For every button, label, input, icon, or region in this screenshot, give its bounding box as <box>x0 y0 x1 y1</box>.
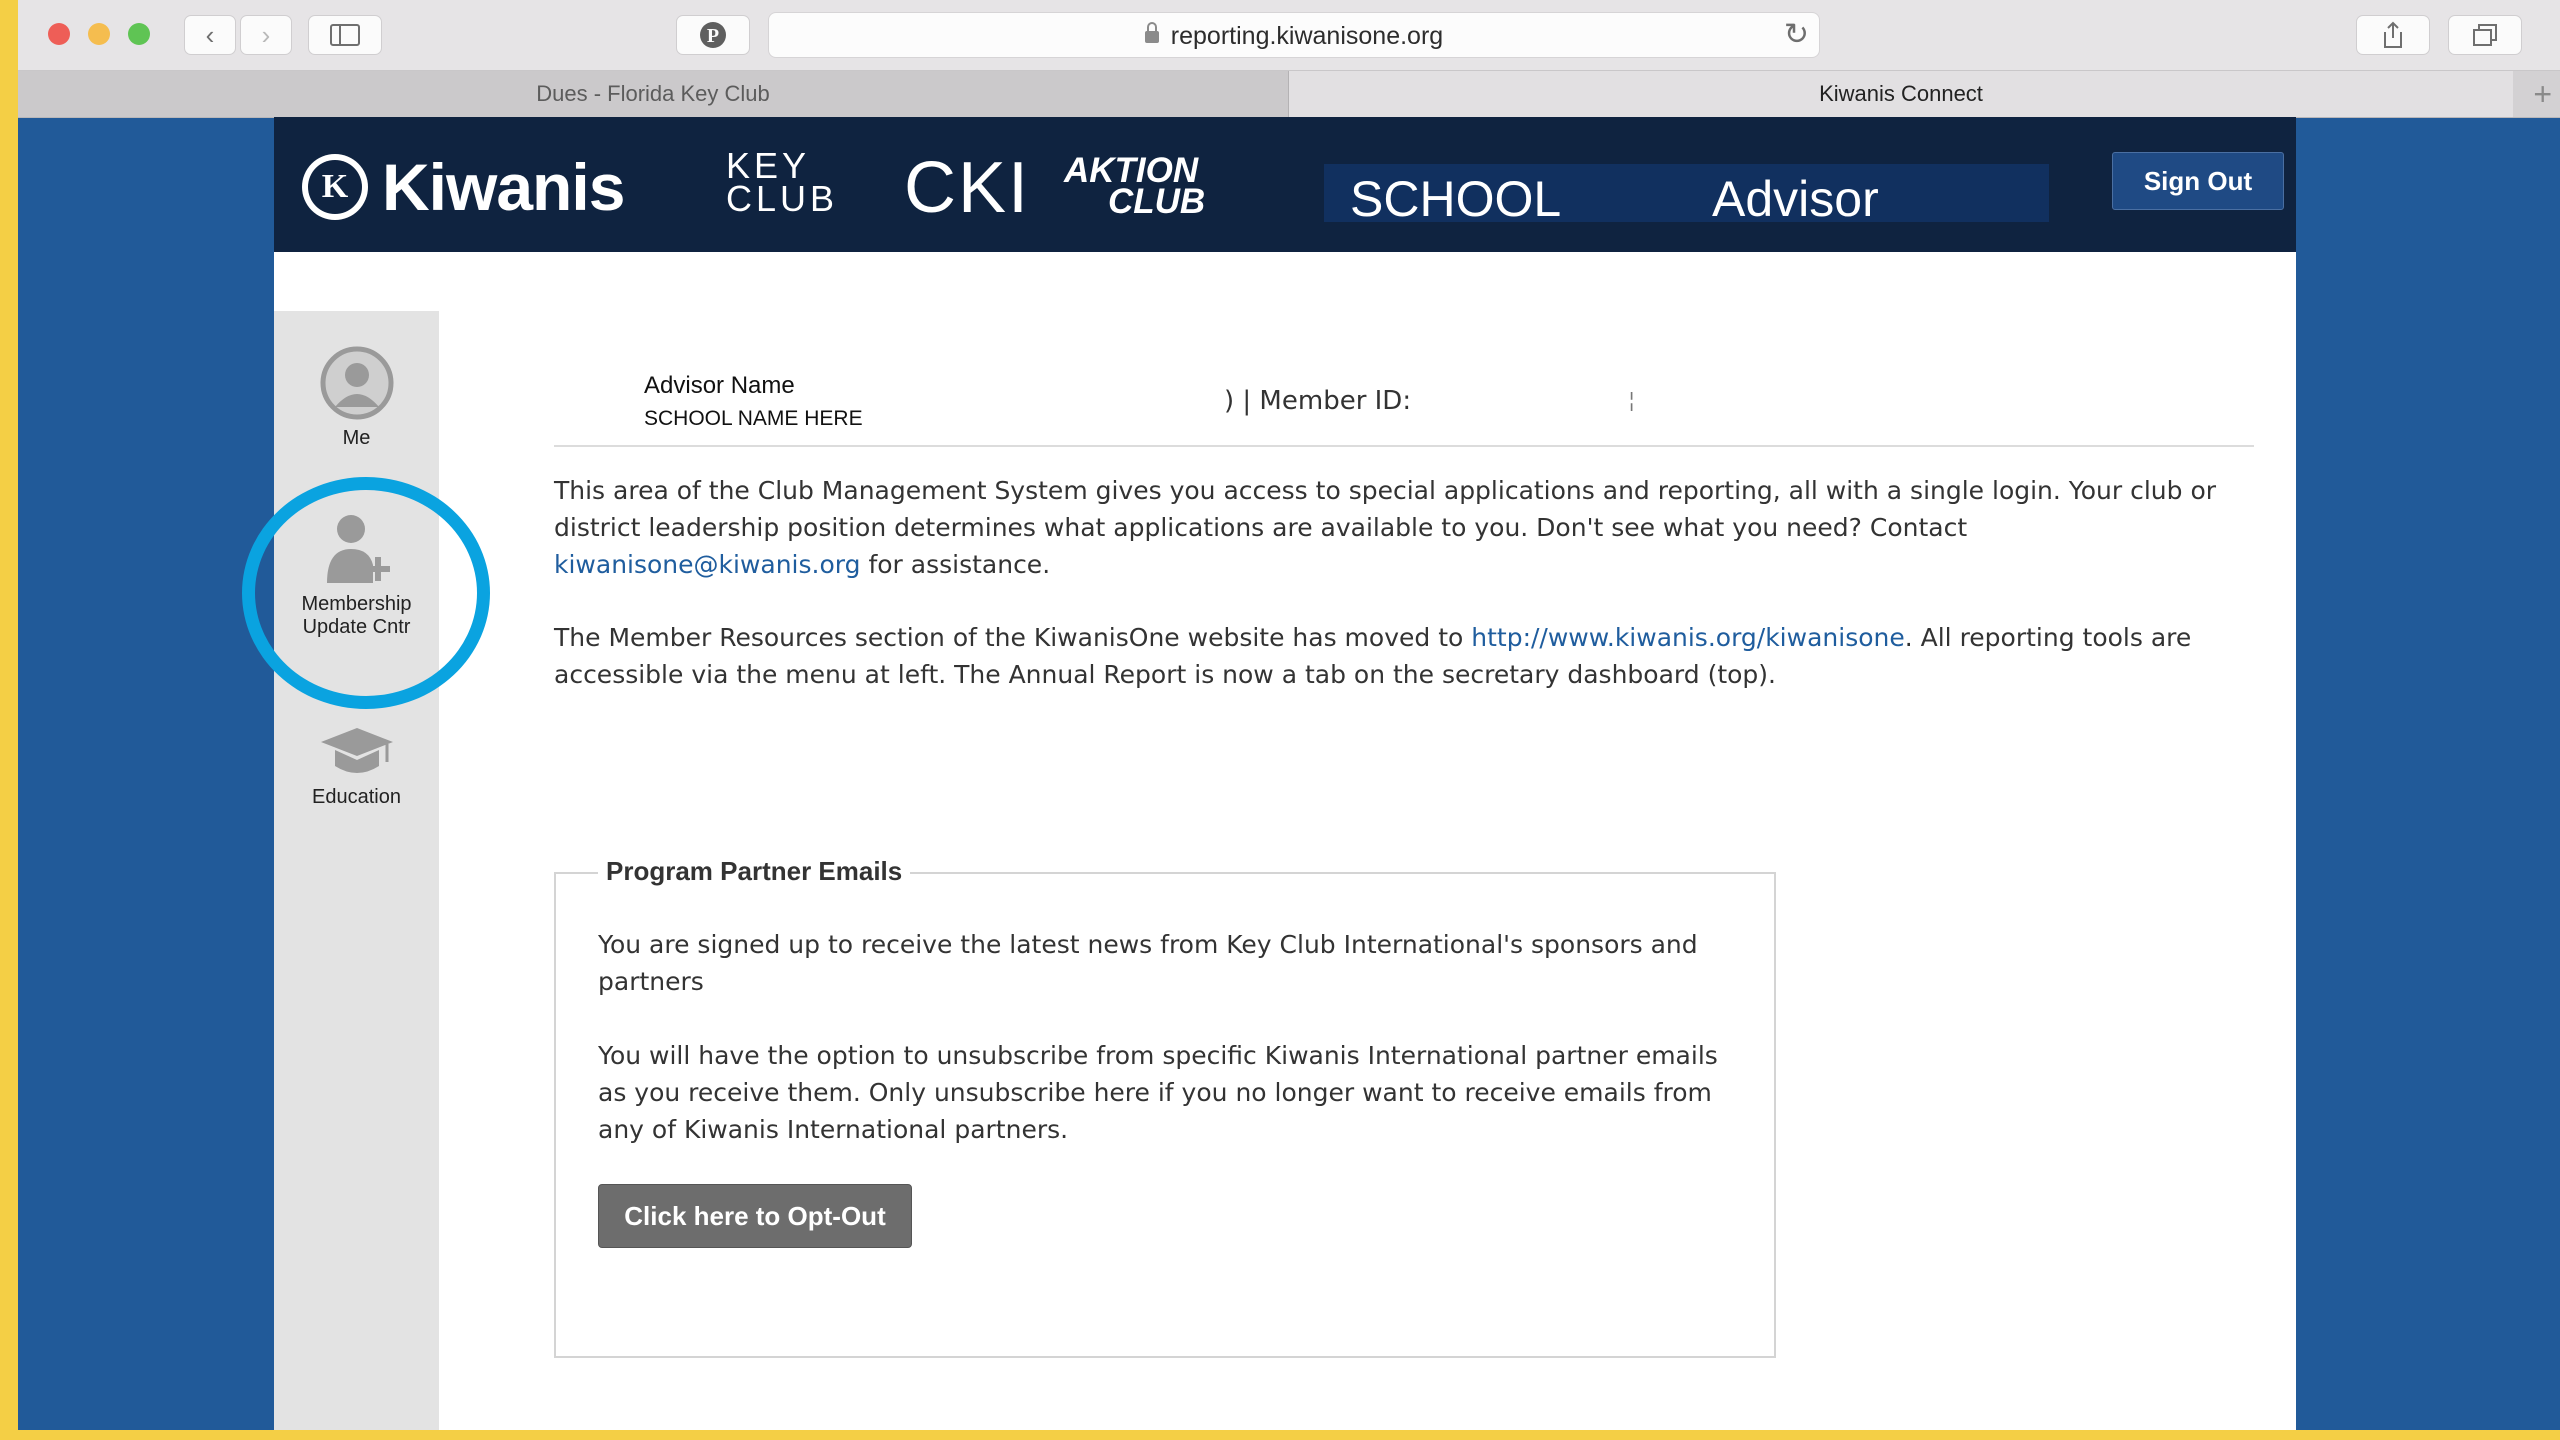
sidebar-item-me[interactable]: Me <box>274 345 439 450</box>
lock-icon <box>1144 22 1159 43</box>
minimize-window-button[interactable] <box>88 23 110 45</box>
sidebar-item-label: Education <box>312 786 401 808</box>
tab-bar: Dues - Florida Key Club Kiwanis Connect … <box>18 71 2560 118</box>
browser-toolbar: ‹ › P reporting.kiwanisone.org ↻ <box>18 0 2560 71</box>
new-tab-button[interactable]: + <box>2533 78 2552 110</box>
kiwanis-logo[interactable]: K Kiwanis <box>302 149 625 225</box>
role-banner: SCHOOL Advisor <box>1324 164 2049 227</box>
divider <box>554 445 2254 447</box>
svg-text:P: P <box>707 25 719 47</box>
chevron-left-icon: ‹ <box>205 19 215 50</box>
partner-text-unsubscribe: You will have the option to unsubscribe … <box>598 1041 1718 1144</box>
pinterest-button[interactable]: P <box>676 15 750 55</box>
address-bar[interactable]: reporting.kiwanisone.org ↻ <box>768 12 1820 58</box>
school-name: SCHOOL NAME HERE <box>644 407 863 430</box>
share-icon <box>2384 21 2402 48</box>
support-email-link[interactable]: kiwanisone@kiwanis.org <box>554 550 860 579</box>
opt-out-button[interactable]: Click here to Opt-Out <box>598 1184 912 1248</box>
sidebar-icon <box>330 24 360 46</box>
program-partner-emails-panel: Program Partner Emails You are signed up… <box>554 856 1776 1358</box>
intro-paragraph: This area of the Club Management System … <box>554 476 2217 579</box>
reload-icon[interactable]: ↻ <box>1784 17 1809 52</box>
member-id-label: ) | Member ID: <box>1224 386 1412 416</box>
user-circle-icon <box>320 346 393 420</box>
member-id-value: ¦ <box>1629 390 1635 412</box>
tabs-icon <box>2473 24 2497 46</box>
panel-title: Program Partner Emails <box>598 856 911 887</box>
resources-paragraph: The Member Resources section of the Kiwa… <box>554 623 2192 689</box>
key-club-logo[interactable]: KEY CLUB <box>726 148 838 217</box>
kiwanis-seal-icon: K <box>302 154 368 220</box>
tabs-overview-button[interactable] <box>2448 15 2522 55</box>
aktion-club-logo[interactable]: AKTION CLUB <box>1064 153 1205 219</box>
chevron-right-icon: › <box>261 19 271 50</box>
graduation-cap-icon <box>320 728 393 773</box>
sign-out-button[interactable]: Sign Out <box>2112 152 2284 210</box>
sidebar-item-label: Me <box>342 427 371 449</box>
kiwanisone-link[interactable]: http://www.kiwanis.org/kiwanisone <box>1471 623 1904 652</box>
advisor-name: Advisor Name <box>644 372 795 399</box>
cki-logo[interactable]: CKI <box>904 147 1030 229</box>
cropped-heading: ...... <box>636 342 936 348</box>
browser-window: ‹ › P reporting.kiwanisone.org ↻ Dues - … <box>18 0 2560 1430</box>
site-header: K Kiwanis KEY CLUB CKI AKTION CLUB SCHOO… <box>274 117 2296 252</box>
website: K Kiwanis KEY CLUB CKI AKTION CLUB SCHOO… <box>242 117 2296 1430</box>
sidebar-toggle-button[interactable] <box>308 15 382 55</box>
tab-kiwanis-connect[interactable]: Kiwanis Connect <box>1289 71 2513 117</box>
tab-dues[interactable]: Dues - Florida Key Club <box>18 71 1289 117</box>
kiwanis-wordmark: Kiwanis <box>382 150 625 224</box>
side-menu: Me Membership Update Cntr Education <box>242 311 490 1430</box>
role-title: Advisor <box>1712 171 1879 227</box>
zoom-window-button[interactable] <box>128 23 150 45</box>
pinterest-icon: P <box>700 22 726 48</box>
back-button[interactable]: ‹ <box>184 15 236 55</box>
close-window-button[interactable] <box>48 23 70 45</box>
forward-button[interactable]: › <box>240 15 292 55</box>
share-button[interactable] <box>2356 15 2430 55</box>
partner-text-signed-up: You are signed up to receive the latest … <box>598 930 1698 996</box>
sidebar-item-education[interactable]: Education <box>274 724 439 809</box>
url-text: reporting.kiwanisone.org <box>1170 22 1444 50</box>
school-label: SCHOOL <box>1350 171 1562 227</box>
highlight-circle <box>242 477 490 709</box>
